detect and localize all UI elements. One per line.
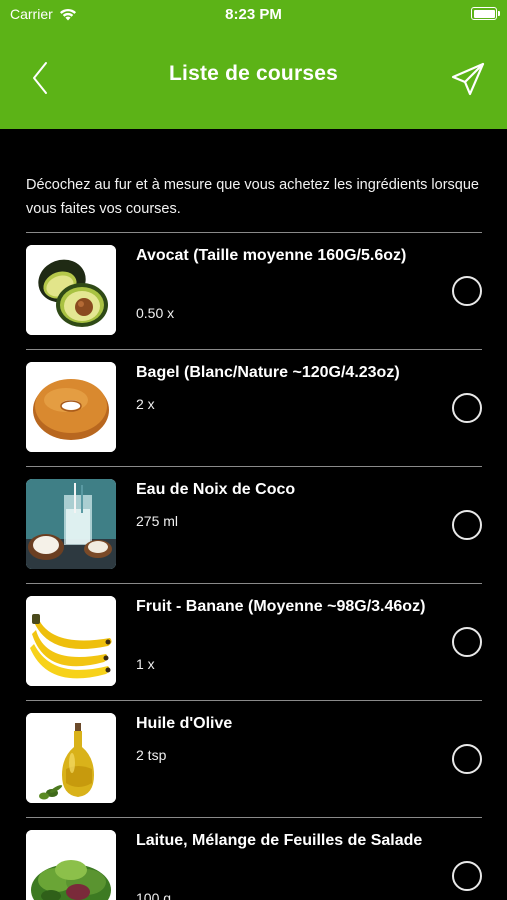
item-quantity: 2 tsp <box>136 747 167 763</box>
banana-image <box>26 596 116 686</box>
item-quantity: 0.50 x <box>136 305 175 321</box>
battery-icon <box>471 7 500 20</box>
list-item: Fruit - Banane (Moyenne ~98G/3.46oz) 1 x <box>0 584 507 701</box>
item-checkbox[interactable] <box>452 861 482 891</box>
item-quantity: 100 g <box>136 890 172 900</box>
list-item: Huile d'Olive 2 tsp <box>0 701 507 818</box>
item-quantity: 2 x <box>136 396 155 412</box>
bagel-image <box>26 362 116 452</box>
paper-plane-icon <box>451 62 485 96</box>
item-name: Eau de Noix de Coco <box>136 481 296 498</box>
avocado-image <box>26 245 116 335</box>
item-name: Laitue, Mélange de Feuilles de Salade <box>136 832 423 849</box>
status-bar: Carrier 8:23 PM <box>0 0 507 30</box>
item-quantity: 1 x <box>136 656 155 672</box>
instructions-text: Décochez au fur et à mesure que vous ach… <box>26 177 479 217</box>
share-list-button[interactable] <box>450 60 488 98</box>
item-checkbox[interactable] <box>452 393 482 423</box>
coconut-water-image <box>26 479 116 569</box>
item-checkbox[interactable] <box>452 627 482 657</box>
list-item: Eau de Noix de Coco 275 ml <box>0 467 507 584</box>
item-name: Fruit - Banane (Moyenne ~98G/3.46oz) <box>136 598 426 615</box>
item-checkbox[interactable] <box>452 744 482 774</box>
item-quantity: 275 ml <box>136 513 179 529</box>
item-checkbox[interactable] <box>452 510 482 540</box>
nav-header: Carrier 8:23 PM Liste de courses <box>0 0 507 129</box>
olive-oil-image <box>26 713 116 803</box>
list-item: Bagel (Blanc/Nature ~120G/4.23oz) 2 x <box>0 350 507 467</box>
item-name: Avocat (Taille moyenne 160G/5.6oz) <box>136 247 407 264</box>
list-item: Avocat (Taille moyenne 160G/5.6oz) 0.50 … <box>0 233 507 350</box>
status-time: 8:23 PM <box>225 6 282 23</box>
item-name: Huile d'Olive <box>136 715 233 732</box>
page-title: Liste de courses <box>169 62 338 85</box>
item-name: Bagel (Blanc/Nature ~120G/4.23oz) <box>136 364 400 381</box>
item-checkbox[interactable] <box>452 276 482 306</box>
list-item: Laitue, Mélange de Feuilles de Salade 10… <box>0 818 507 900</box>
salad-greens-image <box>26 830 116 900</box>
